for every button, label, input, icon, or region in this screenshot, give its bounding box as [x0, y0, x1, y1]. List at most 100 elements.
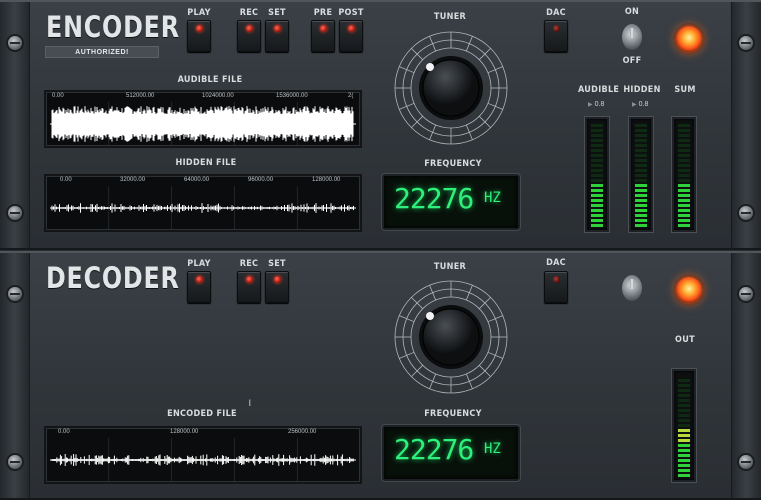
audible-meter-label: AUDIBLE	[578, 85, 620, 95]
play-label: PLAY	[187, 259, 211, 269]
dac-label: DAC	[546, 8, 566, 18]
meter-segment	[678, 464, 690, 467]
meter-segment	[635, 174, 647, 177]
frequency-value: 22276	[394, 433, 474, 466]
meter-segment	[678, 174, 690, 177]
audible-meter	[585, 117, 609, 232]
screw-icon	[8, 455, 22, 469]
meter-segment	[678, 469, 690, 472]
hidden-file-waveform[interactable]: 0.00 32000.00 64000.00 96000.00 128000.0…	[44, 174, 362, 232]
meter-segment	[635, 219, 647, 222]
meter-segment	[635, 209, 647, 212]
meter-segment	[678, 164, 690, 167]
decoder-dac-button[interactable]	[544, 271, 568, 303]
encoder-play-button[interactable]	[187, 20, 211, 52]
decoder-title: DECODER	[46, 261, 180, 295]
meter-segment	[635, 199, 647, 202]
meter-segment	[591, 174, 603, 177]
meter-segment	[678, 429, 690, 432]
meter-segment	[591, 129, 603, 132]
sum-meter	[672, 117, 696, 232]
meter-segment	[678, 129, 690, 132]
play-label: PLAY	[187, 8, 211, 18]
hidden-file-label: HIDDEN FILE	[175, 158, 237, 168]
meter-segment	[635, 134, 647, 137]
encoder-title: ENCODER	[46, 10, 180, 44]
screw-icon	[8, 36, 22, 50]
meter-segment	[635, 204, 647, 207]
encoder-frequency-display: 22276 HZ	[382, 174, 520, 230]
decoder-power-lamp	[676, 277, 702, 303]
frequency-unit: HZ	[484, 441, 501, 457]
hidden-meter-label: HIDDEN	[623, 85, 661, 95]
meter-segment	[678, 134, 690, 137]
encoder-dac-button[interactable]	[544, 20, 568, 52]
meter-segment	[635, 184, 647, 187]
meter-segment	[678, 219, 690, 222]
hidden-level-value[interactable]: 0.8	[632, 101, 649, 108]
meter-segment	[678, 204, 690, 207]
sum-meter-label: SUM	[674, 85, 696, 95]
decoder-power-toggle[interactable]	[622, 275, 642, 301]
meter-segment	[678, 154, 690, 157]
decoder-play-button[interactable]	[187, 271, 211, 303]
encoder-post-button[interactable]	[339, 20, 363, 52]
encoder-power-toggle[interactable]	[622, 24, 642, 50]
meter-segment	[678, 384, 690, 387]
audible-level-value[interactable]: 0.8	[588, 101, 605, 108]
meter-segment	[678, 124, 690, 127]
encoder-set-button[interactable]	[265, 20, 289, 52]
pre-label: PRE	[313, 8, 333, 18]
meter-segment	[678, 224, 690, 227]
meter-segment	[635, 189, 647, 192]
set-label: SET	[268, 8, 286, 18]
frequency-unit: HZ	[484, 190, 501, 206]
meter-segment	[635, 224, 647, 227]
meter-segment	[678, 394, 690, 397]
meter-segment	[678, 449, 690, 452]
meter-segment	[635, 169, 647, 172]
decoder-panel: DECODER PLAY REC SET TUNER DAC OUT I ENC…	[0, 251, 761, 500]
screw-icon	[739, 455, 753, 469]
meter-segment	[678, 409, 690, 412]
meter-segment	[678, 144, 690, 147]
off-label: OFF	[622, 56, 642, 66]
encoder-pre-button[interactable]	[311, 20, 335, 52]
tuner-label: TUNER	[433, 262, 467, 272]
decoder-set-button[interactable]	[265, 271, 289, 303]
meter-segment	[591, 134, 603, 137]
meter-segment	[635, 144, 647, 147]
decoder-rec-button[interactable]	[237, 271, 261, 303]
encoded-file-waveform[interactable]: 0.00 128000.00 256000.00	[44, 426, 362, 484]
meter-segment	[678, 159, 690, 162]
text-cursor-mark: I	[248, 399, 252, 409]
encoder-rec-button[interactable]	[237, 20, 261, 52]
meter-segment	[591, 149, 603, 152]
meter-segment	[635, 194, 647, 197]
rec-label: REC	[239, 259, 259, 269]
encoded-wave-trace	[50, 438, 356, 482]
meter-segment	[591, 224, 603, 227]
meter-segment	[635, 154, 647, 157]
decoder-tuner-dial[interactable]	[391, 277, 511, 397]
out-meter	[672, 369, 696, 482]
screw-icon	[739, 36, 753, 50]
meter-segment	[591, 169, 603, 172]
meter-segment	[678, 139, 690, 142]
meter-segment	[635, 179, 647, 182]
frequency-value: 22276	[394, 182, 474, 215]
encoder-tuner-dial[interactable]	[391, 28, 511, 148]
meter-segment	[635, 164, 647, 167]
audible-file-waveform[interactable]: 0.00 512000.00 1024000.00 1536000.00 2(	[44, 90, 362, 148]
authorized-badge: AUTHORIZED!	[45, 46, 159, 58]
meter-segment	[678, 404, 690, 407]
meter-segment	[591, 204, 603, 207]
tuner-label: TUNER	[433, 12, 467, 22]
meter-segment	[678, 149, 690, 152]
hidden-wave-trace	[50, 186, 356, 230]
meter-segment	[591, 154, 603, 157]
meter-segment	[591, 124, 603, 127]
screw-icon	[739, 206, 753, 220]
meter-segment	[678, 189, 690, 192]
meter-segment	[591, 184, 603, 187]
